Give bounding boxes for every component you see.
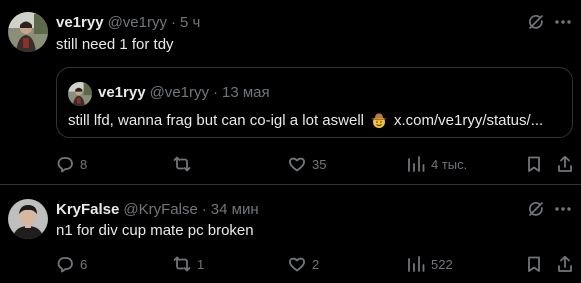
like-count: 2: [312, 256, 320, 272]
retweet-count: 1: [197, 256, 205, 272]
share-icon: [558, 155, 572, 172]
views-button[interactable]: 4 тыс.: [407, 154, 467, 174]
bookmark-icon: [528, 156, 540, 172]
bookmark-button[interactable]: [525, 154, 543, 174]
share-button[interactable]: [556, 154, 574, 174]
timestamp[interactable]: 34 мин: [211, 201, 259, 218]
avatar[interactable]: [8, 12, 48, 52]
reply-count: 6: [80, 256, 88, 272]
heart-icon: [288, 157, 306, 172]
tweet-header: ve1ryy @ve1ryy · 5 ч: [56, 12, 200, 32]
reply-icon: [57, 157, 73, 173]
bookmark-button[interactable]: [525, 254, 543, 274]
avatar-image: [8, 12, 48, 52]
reply-button[interactable]: 8: [56, 154, 87, 174]
separator-dot: ·: [201, 200, 207, 218]
reply-icon: [57, 257, 73, 273]
bookmark-icon: [528, 256, 540, 272]
like-button[interactable]: 35: [288, 154, 326, 174]
separator-dot: ·: [170, 13, 176, 31]
tweet-card[interactable]: KryFalse @KryFalse · 34 мин n1 for div c…: [0, 186, 581, 283]
user-handle[interactable]: @ve1ryy: [108, 14, 167, 31]
quoted-tweet-text: still lfd, wanna frag but can co-igl a l…: [68, 111, 543, 129]
quoted-tweet-body: still lfd, wanna frag but can co-igl a l…: [68, 111, 364, 129]
views-chart-icon: [408, 156, 425, 172]
tweet-card[interactable]: ve1ryy @ve1ryy · 5 ч still need 1 for td…: [0, 0, 581, 185]
view-count: 522: [431, 256, 453, 272]
more-dots-icon[interactable]: [553, 200, 573, 218]
retweet-button[interactable]: [173, 154, 197, 174]
tweet-header: KryFalse @KryFalse · 34 мин: [56, 199, 259, 219]
user-handle[interactable]: @KryFalse: [123, 201, 197, 218]
separator-dot: ·: [212, 84, 218, 101]
retweet-button[interactable]: 1: [173, 254, 204, 274]
avatar: [68, 82, 92, 106]
avatar-image: [8, 199, 48, 239]
avatar-image: [68, 82, 92, 106]
view-count: 4 тыс.: [431, 156, 468, 172]
like-button[interactable]: 2: [288, 254, 319, 274]
user-handle: @ve1ryy: [149, 84, 209, 101]
quoted-tweet-header: ve1ryy @ve1ryy · 13 мая: [98, 84, 270, 101]
reply-count: 8: [80, 156, 88, 172]
display-name[interactable]: KryFalse: [56, 201, 119, 218]
tweet-text: still need 1 for tdy: [56, 36, 174, 53]
retweet-icon: [173, 256, 191, 272]
reply-button[interactable]: 6: [56, 254, 87, 274]
quoted-tweet[interactable]: ve1ryy @ve1ryy · 13 мая still lfd, wanna…: [56, 67, 573, 138]
display-name[interactable]: ve1ryy: [56, 14, 104, 31]
grok-icon[interactable]: [527, 13, 545, 31]
retweet-icon: [173, 156, 191, 172]
status-link[interactable]: x.com/ve1ryy/status/...: [394, 112, 543, 129]
tweet-text: n1 for div cup mate pc broken: [56, 222, 254, 239]
share-button[interactable]: [556, 254, 574, 274]
more-dots-icon[interactable]: [553, 13, 573, 31]
timestamp[interactable]: 5 ч: [180, 14, 200, 31]
grok-icon[interactable]: [527, 200, 545, 218]
avatar[interactable]: [8, 199, 48, 239]
display-name: ve1ryy: [98, 84, 146, 101]
views-button[interactable]: 522: [407, 254, 453, 274]
share-icon: [558, 255, 572, 272]
action-bar: 8 35 4 тыс.: [56, 154, 573, 174]
heart-icon: [288, 257, 306, 272]
like-count: 35: [312, 156, 327, 172]
cowboy-hat-face-icon: [370, 111, 388, 129]
timestamp: 13 мая: [221, 84, 270, 101]
action-bar: 6 1 2 522: [56, 254, 573, 274]
views-chart-icon: [408, 256, 425, 272]
